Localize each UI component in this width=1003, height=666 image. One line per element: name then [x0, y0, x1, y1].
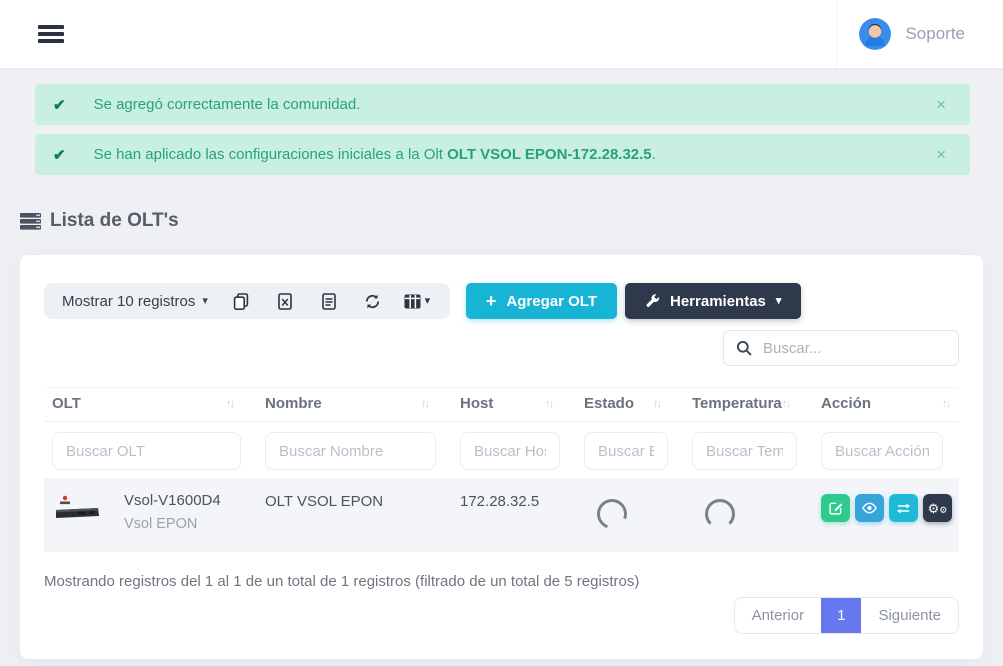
gears-icon: ⚙⚙: [928, 502, 948, 515]
sort-icon: ↑↓: [942, 398, 949, 410]
top-navbar: Soporte: [0, 0, 1003, 68]
pagination-page-1[interactable]: 1: [821, 598, 861, 633]
filter-olt-input[interactable]: [52, 432, 241, 470]
page-header: Lista de OLT's: [20, 210, 1003, 232]
pagination: Anterior 1 Siguiente: [734, 597, 959, 634]
alert-text-prefix: Se han aplicado las configuraciones inic…: [94, 146, 448, 163]
column-header-accion[interactable]: Acción↑↓: [813, 395, 959, 412]
filter-nombre-input[interactable]: [265, 432, 436, 470]
table-header-row: OLT↑↓ Nombre↑↓ Host↑↓ Estado↑↓ Temperatu…: [44, 387, 959, 422]
column-header-temperatura[interactable]: Temperatura↑↓: [684, 395, 813, 412]
check-icon: ✔: [53, 96, 66, 114]
edit-button[interactable]: [821, 494, 850, 522]
column-visibility-button[interactable]: ▾: [400, 286, 434, 316]
table-tools-group: Mostrar 10 registros ▾: [44, 283, 450, 319]
accion-cell: ⚙⚙: [813, 492, 960, 522]
excel-icon: [278, 293, 292, 310]
temperatura-cell: [684, 492, 813, 529]
caret-down-icon: ▾: [202, 296, 208, 307]
user-avatar: [859, 18, 891, 50]
transfer-button[interactable]: [889, 494, 918, 522]
page-title: Lista de OLT's: [50, 210, 179, 232]
excel-export-button[interactable]: [268, 286, 302, 316]
olt-model: Vsol-V1600D4: [124, 492, 221, 509]
refresh-icon: [364, 293, 381, 310]
alert-text-bold: OLT VSOL EPON-172.28.32.5: [447, 146, 652, 163]
transfer-arrows-icon: [896, 502, 911, 515]
olt-name-cell: OLT VSOL EPON: [257, 492, 452, 510]
column-header-host[interactable]: Host↑↓: [452, 395, 576, 412]
add-olt-label: Agregar OLT: [506, 293, 597, 310]
olt-labels: Vsol-V1600D4 Vsol EPON: [124, 492, 221, 532]
loading-spinner: [705, 499, 735, 529]
filter-host-input[interactable]: [460, 432, 560, 470]
check-icon: ✔: [53, 146, 66, 164]
edit-icon: [829, 501, 843, 515]
loading-spinner: [592, 494, 632, 534]
file-text-icon: [322, 293, 336, 310]
sort-icon: ↑↓: [782, 398, 789, 410]
close-icon[interactable]: ×: [930, 146, 952, 163]
filter-estado-input[interactable]: [584, 432, 668, 470]
close-icon[interactable]: ×: [930, 96, 952, 113]
user-menu[interactable]: Soporte: [836, 0, 985, 68]
copy-button[interactable]: [224, 286, 258, 316]
caret-down-icon: ▾: [425, 296, 431, 307]
search-icon: [736, 340, 752, 356]
filter-accion-input[interactable]: [821, 432, 943, 470]
sort-icon: ↑↓: [653, 398, 660, 410]
alert-text: Se han aplicado las configuraciones inic…: [94, 146, 656, 163]
olt-list-card: Mostrar 10 registros ▾: [20, 255, 983, 659]
columns-icon: [404, 294, 421, 309]
add-olt-button[interactable]: + Agregar OLT: [466, 283, 617, 319]
pagination-row: Anterior 1 Siguiente: [44, 597, 959, 634]
search-box: [723, 330, 959, 366]
wrench-icon: [645, 294, 660, 309]
server-icon: [20, 213, 41, 230]
column-header-olt[interactable]: OLT↑↓: [44, 395, 257, 412]
olt-type: Vsol EPON: [124, 516, 221, 532]
caret-down-icon: ▾: [776, 296, 782, 307]
table-info: Mostrando registros del 1 al 1 de un tot…: [44, 573, 959, 590]
olt-device-image: [52, 492, 102, 530]
search-row: [44, 330, 959, 366]
alert-config-applied: ✔ Se han aplicado las configuraciones in…: [35, 134, 970, 175]
refresh-button[interactable]: [356, 286, 390, 316]
estado-cell: [576, 492, 684, 529]
hamburger-menu-icon[interactable]: [38, 18, 68, 50]
table-filter-row: [44, 422, 959, 478]
table-row: Vsol-V1600D4 Vsol EPON OLT VSOL EPON 172…: [44, 478, 959, 552]
page-length-dropdown[interactable]: Mostrar 10 registros ▾: [60, 293, 214, 310]
alert-text: Se agregó correctamente la comunidad.: [94, 96, 361, 113]
copy-icon: [233, 293, 249, 310]
settings-button[interactable]: ⚙⚙: [923, 494, 952, 522]
column-header-estado[interactable]: Estado↑↓: [576, 395, 684, 412]
pagination-next[interactable]: Siguiente: [861, 598, 958, 633]
user-name: Soporte: [905, 24, 965, 44]
file-export-button[interactable]: [312, 286, 346, 316]
filter-temperatura-input[interactable]: [692, 432, 797, 470]
search-input[interactable]: [763, 340, 946, 357]
tools-label: Herramientas: [670, 293, 766, 310]
sort-icon: ↑↓: [545, 398, 552, 410]
page-length-label: Mostrar 10 registros: [62, 293, 195, 310]
alert-text-suffix: .: [652, 146, 656, 163]
eye-icon: [862, 502, 877, 514]
olt-host-cell: 172.28.32.5: [452, 492, 576, 510]
sort-icon: ↑↓: [421, 398, 428, 410]
olt-cell: Vsol-V1600D4 Vsol EPON: [44, 492, 257, 532]
plus-icon: +: [486, 292, 497, 310]
pagination-prev[interactable]: Anterior: [735, 598, 822, 633]
sort-icon: ↑↓: [226, 398, 233, 410]
alerts-container: ✔ Se agregó correctamente la comunidad. …: [0, 68, 1003, 175]
alert-community-added: ✔ Se agregó correctamente la comunidad. …: [35, 84, 970, 125]
column-header-nombre[interactable]: Nombre↑↓: [257, 395, 452, 412]
tools-dropdown-button[interactable]: Herramientas ▾: [625, 283, 801, 319]
view-button[interactable]: [855, 494, 884, 522]
table-toolbar: Mostrar 10 registros ▾: [44, 283, 959, 319]
